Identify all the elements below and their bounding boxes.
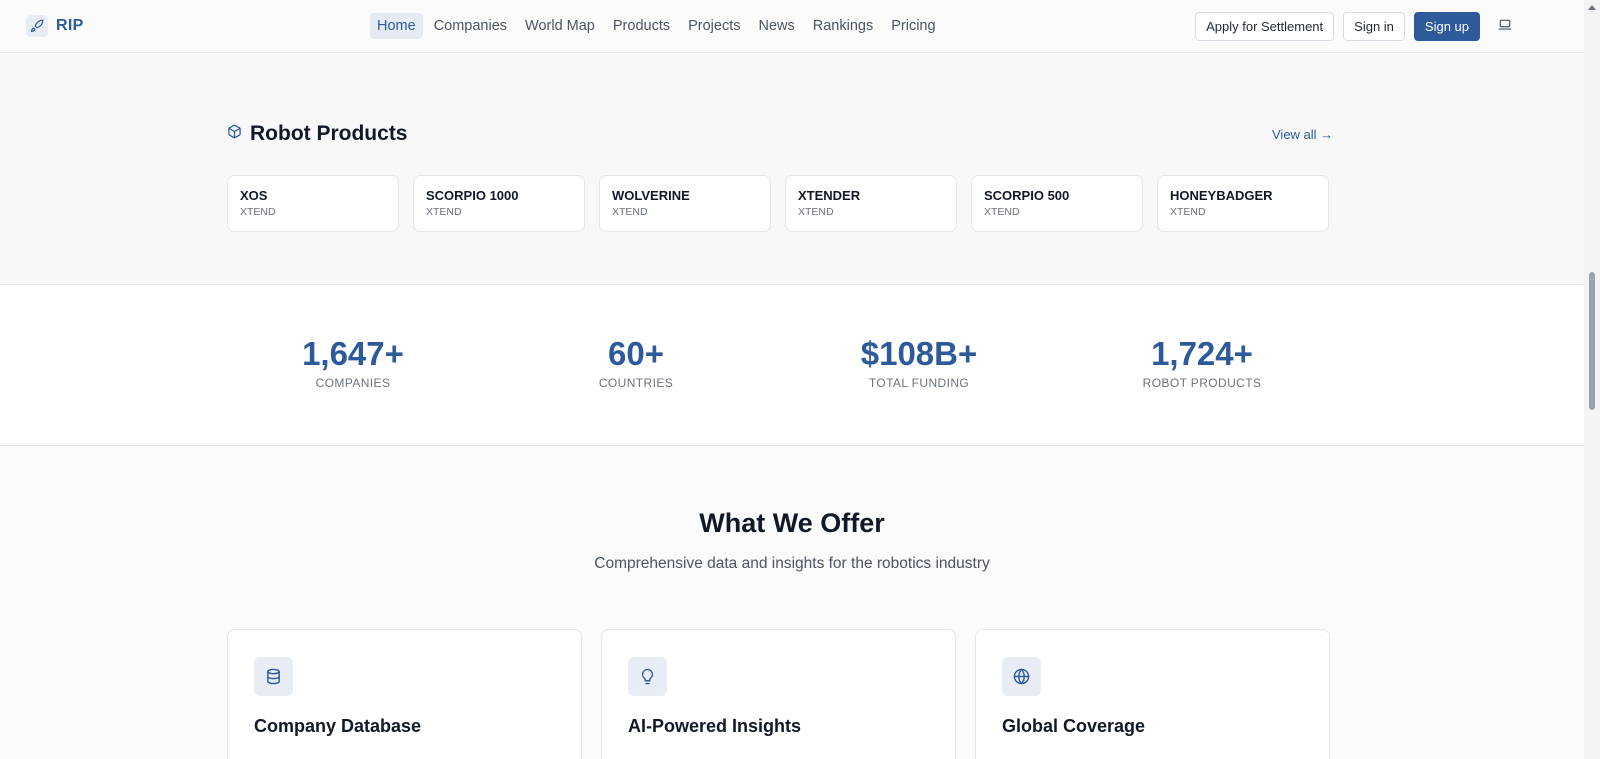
nav-item-rankings[interactable]: Rankings	[806, 13, 880, 39]
product-card[interactable]: SCORPIO 500 XTEND	[971, 175, 1143, 232]
scroll-thumb[interactable]	[1589, 272, 1595, 410]
offer-card-title: AI-Powered Insights	[628, 716, 802, 736]
page-scrollbar[interactable]	[1584, 0, 1600, 759]
product-maker: XTEND	[984, 206, 1020, 218]
product-name: SCORPIO 1000	[426, 188, 519, 203]
product-name: XOS	[240, 188, 268, 203]
top-navbar: RIP Home Companies World Map Products Pr…	[0, 0, 1584, 53]
sign-in-button[interactable]: Sign in	[1343, 12, 1405, 41]
product-name: HONEYBADGER	[1170, 188, 1273, 203]
product-name: XTENDER	[798, 188, 861, 203]
rocket-icon	[26, 15, 48, 37]
nav-item-projects[interactable]: Projects	[681, 13, 747, 39]
product-card[interactable]: SCORPIO 1000 XTEND	[413, 175, 585, 232]
cube-icon	[227, 124, 242, 144]
product-name: SCORPIO 500	[984, 188, 1070, 203]
nav-item-world-map[interactable]: World Map	[518, 13, 602, 39]
stat-value: 1,724+	[1151, 335, 1253, 372]
product-name: WOLVERINE	[612, 188, 690, 203]
nav-item-pricing[interactable]: Pricing	[884, 13, 942, 39]
section-title: Robot Products	[250, 122, 408, 145]
offer-card-title: Company Database	[254, 716, 422, 736]
globe-icon	[1002, 657, 1041, 696]
view-all-link[interactable]: View all →	[1272, 127, 1333, 142]
product-maker: XTEND	[612, 206, 648, 218]
product-card[interactable]: WOLVERINE XTEND	[599, 175, 771, 232]
offer-card-title: Global Coverage	[1002, 716, 1146, 736]
offer-card-global-coverage[interactable]: Global Coverage	[975, 629, 1330, 759]
stat-label: COMPANIES	[315, 376, 391, 390]
product-grid: XOS XTEND SCORPIO 1000 XTEND WOLVERINE X…	[227, 175, 1329, 232]
logo[interactable]: RIP	[26, 15, 84, 37]
offer-title: What We Offer	[699, 508, 885, 538]
stat-label: TOTAL FUNDING	[868, 376, 970, 390]
offer-card-company-database[interactable]: Company Database	[227, 629, 582, 759]
logo-text: RIP	[56, 17, 84, 34]
offer-card-ai-insights[interactable]: AI-Powered Insights	[601, 629, 956, 759]
stat-label: COUNTRIES	[598, 376, 674, 390]
stat-funding: $108B+ TOTAL FUNDING	[799, 334, 1039, 390]
stats-section: 1,647+ COMPANIES 60+ COUNTRIES $108B+ TO…	[0, 286, 1584, 446]
laptop-icon	[1498, 19, 1512, 34]
main-nav: Home Companies World Map Products Projec…	[370, 13, 943, 39]
section-header: Robot Products	[227, 122, 408, 146]
header-actions: Apply for Settlement Sign in Sign up	[1195, 12, 1518, 41]
apply-settlement-button[interactable]: Apply for Settlement	[1195, 12, 1335, 41]
stat-companies: 1,647+ COMPANIES	[233, 334, 473, 390]
sign-up-button[interactable]: Sign up	[1413, 12, 1480, 41]
stat-value: 60+	[608, 335, 664, 372]
product-card[interactable]: HONEYBADGER XTEND	[1157, 175, 1329, 232]
product-maker: XTEND	[426, 206, 462, 218]
nav-item-news[interactable]: News	[752, 13, 802, 39]
stat-value: $108B+	[860, 335, 978, 372]
scroll-up-arrow-icon[interactable]	[1588, 5, 1596, 10]
stat-value: 1,647+	[302, 335, 404, 372]
nav-item-products[interactable]: Products	[606, 13, 677, 39]
nav-item-home[interactable]: Home	[370, 13, 423, 39]
product-card[interactable]: XTENDER XTEND	[785, 175, 957, 232]
database-icon	[254, 657, 293, 696]
stat-countries: 60+ COUNTRIES	[516, 334, 756, 390]
stat-label: ROBOT PRODUCTS	[1142, 376, 1262, 390]
product-maker: XTEND	[798, 206, 834, 218]
nav-item-companies[interactable]: Companies	[427, 13, 514, 39]
robot-products-section: Robot Products View all → XOS XTEND SCOR…	[0, 53, 1584, 285]
product-maker: XTEND	[240, 206, 276, 218]
stat-robot-products: 1,724+ ROBOT PRODUCTS	[1082, 334, 1322, 390]
product-card[interactable]: XOS XTEND	[227, 175, 399, 232]
lightbulb-icon	[628, 657, 667, 696]
offer-subtitle: Comprehensive data and insights for the …	[594, 555, 990, 572]
product-maker: XTEND	[1170, 206, 1206, 218]
theme-toggle-button[interactable]	[1492, 12, 1518, 41]
